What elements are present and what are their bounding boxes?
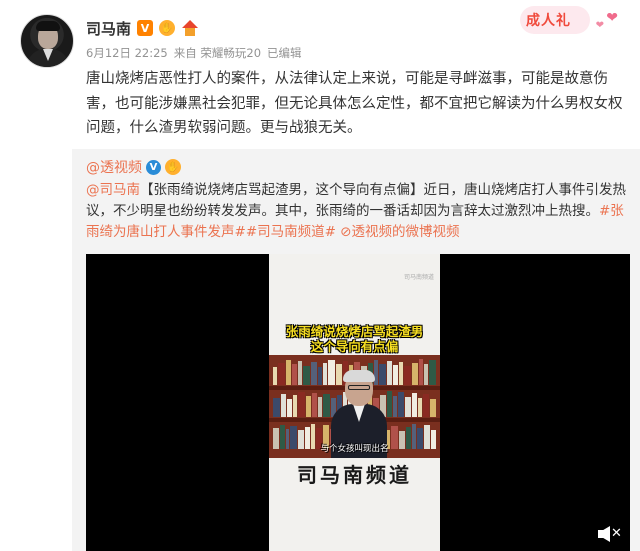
book-spine [404,366,411,385]
verified-blue-icon: V [146,159,161,175]
sticker-text: 成人礼 [526,13,571,29]
repost-header: @透视频 V ✋ [86,157,181,177]
video-link[interactable]: 透视频的微博视频 [352,224,460,240]
book-spine [312,392,318,417]
book-spine [322,393,330,417]
celebration-sticker: 成人礼 ❤ ❤ [512,6,624,36]
book-spine [287,398,293,417]
video-player[interactable]: 司马南频道 张雨绮说烧烤店骂起渣男 这个导向有点偏 与个女孩叫现出名 司马南频道… [86,254,630,551]
mute-icon[interactable]: ✕ [598,525,622,543]
book-spine [273,428,279,449]
book-spine [405,396,412,417]
post-date[interactable]: 6月12日 22:25 [86,45,168,61]
post-edited[interactable]: 已编辑 [267,45,302,61]
post-meta: 6月12日 22:25 来自 荣耀畅玩20 已编辑 [86,45,302,61]
book-spine [387,391,392,417]
book-spine [310,362,317,385]
book-spine [430,398,436,417]
book-spine [277,363,285,385]
book-spine [280,394,287,417]
video-link-icon: ⊘ [340,224,352,240]
book-spine [386,360,393,385]
book-spine [293,395,297,417]
video-overlay-title: 张雨绮说烧烤店骂起渣男 这个导向有点偏 [277,324,432,354]
repost-author[interactable]: @透视频 [86,157,142,177]
book-spine [393,364,399,385]
book-spine [424,425,431,449]
book-spine [431,429,437,449]
book-spine [399,361,404,385]
book-spine [273,397,280,417]
book-spine [303,365,310,385]
video-watermark: 司马南频道 [403,274,434,281]
hand-badge-icon: ✋ [159,20,176,36]
post-content: 唐山烧烤店恶性打人的案件，从法律认定上来说，可能是寻衅滋事，可能是故意伤害，也可… [86,71,623,136]
book-spine [392,395,397,417]
user-avatar[interactable] [20,14,74,68]
book-spine [411,362,418,385]
book-spine [418,359,424,385]
book-spine [323,363,328,385]
book-spine [412,393,417,417]
book-spine [273,366,277,385]
house-badge-icon [181,20,199,36]
hand-badge-icon: ✋ [165,159,181,175]
overlay-line-1: 张雨绮说烧烤店骂起渣男 [285,324,424,339]
username[interactable]: 司马南 [86,18,131,39]
book-spine [279,424,285,449]
repost-headline: 【张雨绮说烧烤店骂起渣男，这个导向有点偏】 [140,182,424,198]
repost-text: @司马南【张雨绮说烧烤店骂起渣男，这个导向有点偏】近日，唐山烧烤店打人事件引发热… [86,180,631,243]
book-spine [298,361,303,385]
channel-name: 司马南频道 [297,463,412,487]
small-heart-icon: ❤ [595,20,604,31]
book-spine [305,396,312,417]
weibo-post: 司马南 V ✋ 6月12日 22:25 来自 荣耀畅玩20 已编辑 成人礼 ❤ … [0,0,640,551]
book-spine [424,363,429,385]
book-spine [397,392,405,417]
heart-icon: ❤ [606,10,618,26]
post-source: 来自 荣耀畅玩20 [173,46,262,60]
book-spine [285,360,292,385]
book-spine [422,394,430,417]
book-spine [417,397,422,417]
verified-v-icon: V [137,20,154,36]
book-spine [297,391,305,417]
hashtag-link-2[interactable]: #司马南频道# [246,224,336,240]
overlay-line-2: 这个导向有点偏 [310,339,399,354]
post-header: 司马南 V ✋ [86,17,199,39]
video-frame: 司马南频道 张雨绮说烧烤店骂起渣男 这个导向有点偏 与个女孩叫现出名 司马南频道 [269,254,440,551]
book-spine [429,360,437,385]
book-spine [292,364,298,385]
repost-card[interactable]: @透视频 V ✋ @司马南【张雨绮说烧烤店骂起渣男，这个导向有点偏】近日，唐山烧… [72,149,640,551]
avatar-hair [36,21,60,31]
book-spine [318,397,322,417]
mention-link[interactable]: @司马南 [86,182,140,198]
video-subtitle: 与个女孩叫现出名 [320,444,389,454]
book-spine [317,366,323,385]
